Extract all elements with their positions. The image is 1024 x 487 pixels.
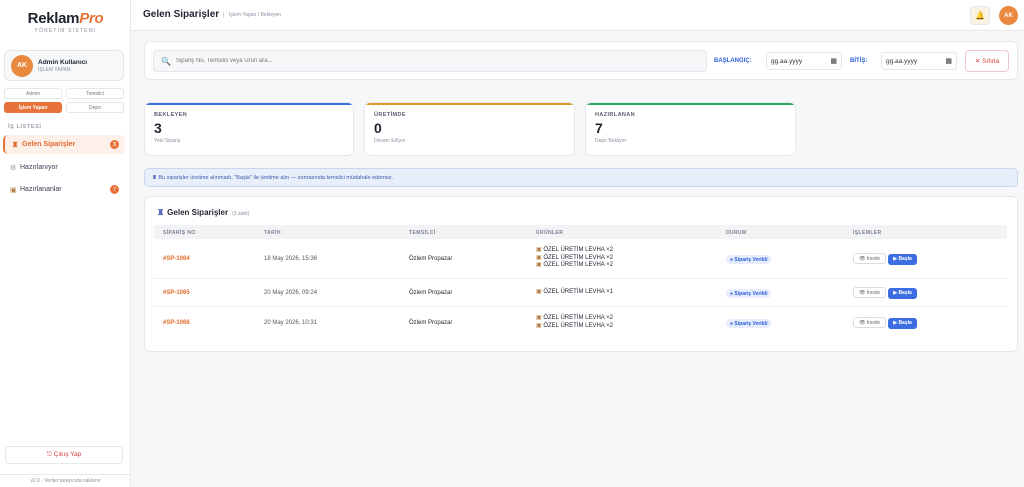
- sidebar-item-hazirlananlar[interactable]: ▣ Hazırlananlar 7: [3, 180, 125, 199]
- product-list: ▣ ÖZEL ÜRETİM LEVHA ×2 ▣ ÖZEL ÜRETİM LEV…: [536, 315, 613, 329]
- search-icon: 🔍: [161, 56, 171, 66]
- product-list: ▣ ÖZEL ÜRETİM LEVHA ×1: [536, 289, 613, 295]
- sidebar-item-hazirlaniyor[interactable]: ⚙ Hazırlanıyor: [3, 158, 125, 177]
- sidebar-item-label: Gelen Siparişler: [22, 141, 76, 148]
- order-icon: ♜: [12, 141, 19, 149]
- order-id-link[interactable]: #SP-1065: [163, 290, 190, 296]
- search-box[interactable]: 🔍: [153, 50, 707, 72]
- user-role: İŞLEM YAPAN: [38, 66, 71, 73]
- product-list: ▣ ÖZEL ÜRETİM LEVHA ×2 ▣ ÖZEL ÜRETİM LEV…: [536, 247, 613, 268]
- order-count: (3 adet): [232, 211, 250, 217]
- filter-bar: 🔍 BAŞLANGIÇ: gg.aa.yyyy▦ BİTİŞ: gg.aa.yy…: [144, 41, 1018, 80]
- top-bar: Gelen Siparişler İşlem Yapan / Bekleyen …: [131, 0, 1024, 31]
- order-date: 20 May 2026, 09:24: [264, 290, 318, 296]
- count-badge: 3: [110, 140, 119, 149]
- section-label: İŞ LİSTESİ: [8, 124, 42, 130]
- end-date-label: BİTİŞ:: [850, 58, 868, 64]
- table-row: #SP-1066 20 May 2026, 10:31 Özlem Propaz…: [154, 307, 1007, 338]
- start-button[interactable]: ▶ Başla: [888, 254, 917, 265]
- status-badge: ● Sipariş Verildi: [726, 255, 772, 264]
- order-rep: Özlem Propazar: [409, 290, 453, 296]
- calendar-icon: ▦: [945, 58, 952, 65]
- start-date-input[interactable]: gg.aa.yyyy ▦: [766, 52, 842, 70]
- reset-button[interactable]: ✕ Sıfırla: [965, 50, 1009, 72]
- user-name: Admin Kullanıcı: [38, 58, 88, 66]
- start-button[interactable]: ▶ Başla: [888, 288, 917, 299]
- sidebar-item-label: Hazırlananlar: [20, 186, 62, 193]
- box-icon: ▣: [10, 186, 17, 194]
- stat-card-bekleyen: BEKLEYEN 3 Yeni Sipariş: [144, 102, 354, 156]
- info-banner: ♜ Bu siparişler üretime alınmadı. "Başla…: [144, 168, 1018, 187]
- role-islem-yapan-button[interactable]: İşlem Yapan: [4, 102, 62, 113]
- order-rep: Özlem Propazar: [409, 256, 453, 262]
- end-date-input[interactable]: gg.aa.yyyy ▦: [881, 52, 957, 70]
- role-admin-button[interactable]: Admin: [4, 88, 62, 99]
- stat-card-uretimde: ÜRETİMDE 0 Devam Ediyor: [364, 102, 575, 156]
- orders-table: SİPARİŞ NO TARİH TEMSİLCİ ÜRÜNLER DURUM …: [154, 225, 1007, 338]
- search-input[interactable]: [175, 58, 676, 64]
- user-card: AK Admin Kullanıcı İŞLEM YAPAN: [4, 50, 124, 81]
- footer-text: v2.0 · Veriler tarayıcıda saklanır: [0, 474, 131, 484]
- avatar: AK: [11, 54, 33, 77]
- orders-panel: ♜ Gelen Siparişler (3 adet) SİPARİŞ NO T…: [144, 196, 1018, 352]
- sidebar-item-gelen-siparisler[interactable]: ♜ Gelen Siparişler 3: [3, 135, 125, 154]
- table-row: #SP-1064 18 May 2026, 15:36 Özlem Propaz…: [154, 239, 1007, 279]
- table-header: SİPARİŞ NO TARİH TEMSİLCİ ÜRÜNLER DURUM …: [154, 225, 1007, 239]
- inspect-button[interactable]: 👁 İncele: [853, 317, 886, 328]
- order-rep: Özlem Propazar: [409, 320, 453, 326]
- stat-card-hazirlanan: HAZIRLANAN 7 Depo Bekliyor: [585, 102, 796, 156]
- order-id-link[interactable]: #SP-1064: [163, 256, 190, 262]
- panel-title: ♜ Gelen Siparişler (3 adet): [157, 208, 250, 217]
- sidebar: ReklamPro YÖNETİM SİSTEMİ AK Admin Kulla…: [0, 0, 131, 487]
- start-date-label: BAŞLANGIÇ:: [714, 58, 752, 64]
- status-badge: ● Sipariş Verildi: [726, 289, 772, 298]
- order-date: 20 May 2026, 10:31: [264, 320, 318, 326]
- order-id-link[interactable]: #SP-1066: [163, 320, 190, 326]
- bell-icon[interactable]: 🔔: [970, 6, 990, 25]
- page-title: Gelen Siparişler: [143, 9, 220, 20]
- sidebar-item-label: Hazırlanıyor: [20, 164, 58, 171]
- role-switcher: Admin Temsilci İşlem Yapan Depo: [4, 88, 124, 113]
- breadcrumb: İşlem Yapan / Bekleyen: [223, 12, 281, 18]
- gear-icon: ⚙: [10, 164, 17, 172]
- logout-button[interactable]: ⎋ Çıkış Yap: [5, 446, 123, 464]
- order-icon: ♜: [157, 208, 165, 217]
- avatar[interactable]: AK: [999, 6, 1018, 25]
- calendar-icon: ▦: [830, 58, 837, 65]
- count-badge: 7: [110, 185, 119, 194]
- app-subtitle: YÖNETİM SİSTEMİ: [34, 28, 97, 34]
- status-badge: ● Sipariş Verildi: [726, 319, 772, 328]
- app-logo: ReklamPro YÖNETİM SİSTEMİ: [0, 10, 131, 34]
- order-date: 18 May 2026, 15:36: [264, 256, 318, 262]
- start-button[interactable]: ▶ Başla: [888, 318, 917, 329]
- role-temsilci-button[interactable]: Temsilci: [66, 88, 124, 99]
- inspect-button[interactable]: 👁 İncele: [853, 287, 886, 298]
- inspect-button[interactable]: 👁 İncele: [853, 253, 886, 264]
- table-row: #SP-1065 20 May 2026, 09:24 Özlem Propaz…: [154, 279, 1007, 307]
- role-depo-button[interactable]: Depo: [66, 102, 124, 113]
